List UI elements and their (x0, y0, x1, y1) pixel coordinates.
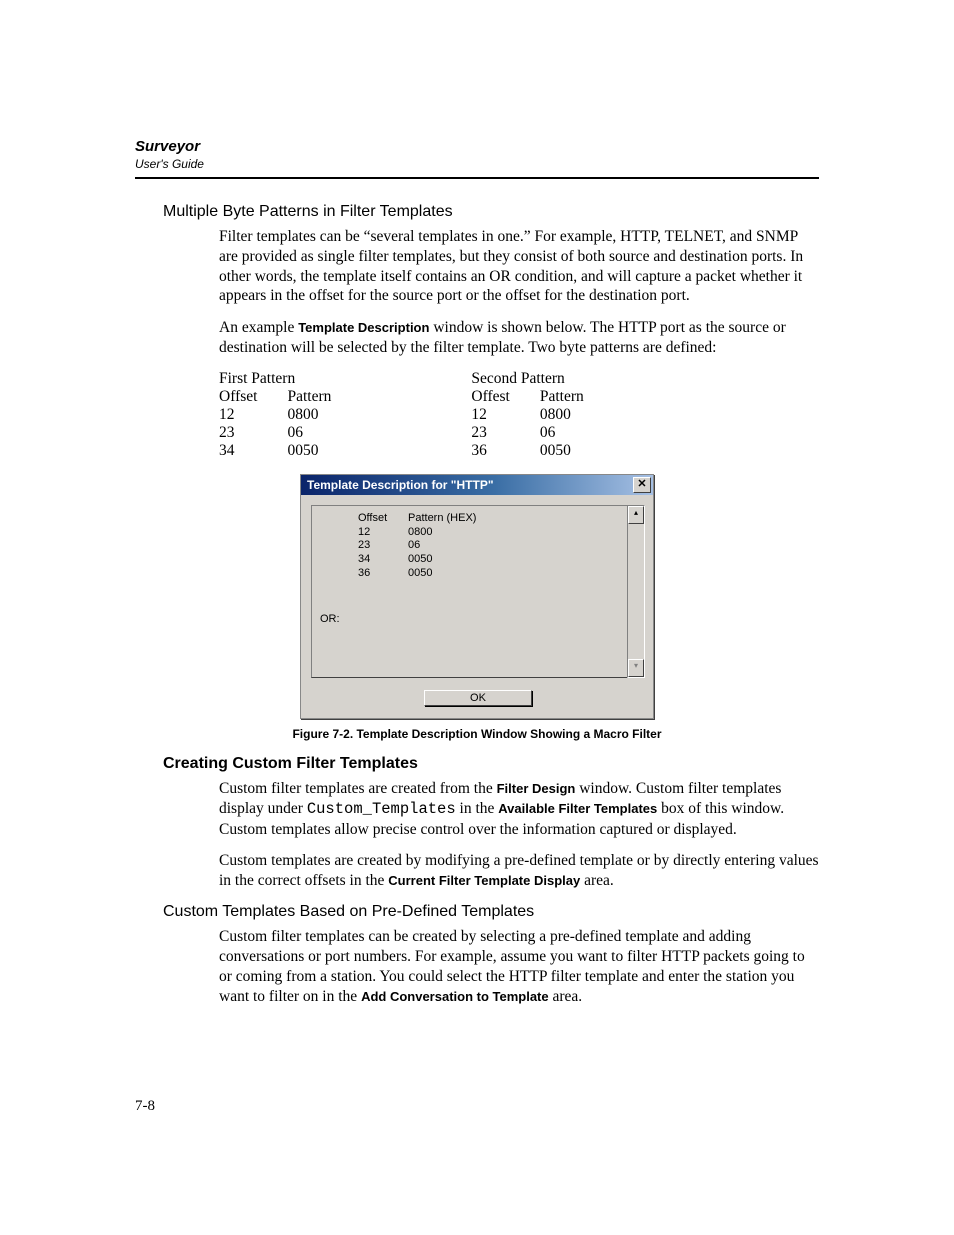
cell: 36 (471, 442, 539, 460)
text-run: Custom filter templates are created from… (219, 780, 497, 797)
close-icon[interactable]: ✕ (633, 477, 651, 493)
table-row: 120800 (471, 406, 613, 424)
page-number: 7-8 (135, 1098, 155, 1115)
text-run: in the (456, 800, 499, 817)
ui-term: Template Description (298, 320, 429, 335)
cell: 12 (358, 526, 398, 540)
scroll-down-icon[interactable]: ▾ (628, 659, 644, 677)
cell: 0050 (408, 567, 498, 581)
table-row: 120800 (219, 406, 361, 424)
table-row: 2306 (471, 424, 613, 442)
cell: 12 (471, 406, 539, 424)
cell: 06 (540, 424, 614, 442)
scroll-up-icon[interactable]: ▴ (628, 506, 644, 524)
paragraph: Custom filter templates are created from… (219, 779, 819, 839)
paragraph: Custom templates are created by modifyin… (219, 851, 819, 891)
paragraph: An example Template Description window i… (219, 318, 819, 358)
or-label-col: OR: (320, 512, 348, 627)
dialog-button-row: OK (311, 688, 645, 706)
dialog-content-panel: OR: Offset 12 23 34 36 Pattern (HEX) 080… (311, 505, 645, 678)
col-header: Pattern (287, 388, 361, 406)
dialog-title: Template Description for "HTTP" (307, 478, 633, 492)
table-row: 360050 (471, 442, 613, 460)
col-header: Offset (358, 512, 398, 526)
table-row: 2306 (219, 424, 361, 442)
cell: 0800 (540, 406, 614, 424)
text-run: area. (549, 988, 583, 1005)
doc-title: Surveyor (135, 138, 819, 155)
dialog-titlebar[interactable]: Template Description for "HTTP" ✕ (301, 475, 653, 495)
ui-term: Filter Design (497, 781, 576, 796)
cell: 06 (408, 539, 498, 553)
text-run: area. (580, 872, 614, 889)
cell: 23 (358, 539, 398, 553)
table-title: Second Pattern (471, 370, 613, 388)
page: Surveyor User's Guide Multiple Byte Patt… (0, 0, 954, 1235)
ui-term: Add Conversation to Template (361, 989, 549, 1004)
pattern-listing: OR: Offset 12 23 34 36 Pattern (HEX) 080… (311, 505, 627, 678)
figure-caption: Figure 7-2. Template Description Window … (135, 727, 819, 741)
section-heading-creating: Creating Custom Filter Templates (163, 755, 819, 773)
text-run: An example (219, 319, 298, 336)
cell: 0800 (408, 526, 498, 540)
cell: 0800 (287, 406, 361, 424)
col-header: Pattern (HEX) (408, 512, 498, 526)
col-header: Offset (219, 388, 287, 406)
paragraph: Filter templates can be “several templat… (219, 227, 819, 306)
paragraph: Custom filter templates can be created b… (219, 927, 819, 1006)
section-heading-custom-predef: Custom Templates Based on Pre-Defined Te… (163, 903, 819, 921)
dialog-body: OR: Offset 12 23 34 36 Pattern (HEX) 080… (301, 495, 653, 718)
cell: 0050 (540, 442, 614, 460)
ui-term: Current Filter Template Display (388, 873, 580, 888)
first-pattern-table: First Pattern OffsetPattern 120800 2306 … (219, 370, 361, 460)
ok-button[interactable]: OK (424, 690, 532, 706)
header-rule (135, 177, 819, 179)
pattern-col: Pattern (HEX) 0800 06 0050 0050 (408, 512, 498, 627)
cell: 0050 (408, 553, 498, 567)
cell: 0050 (287, 442, 361, 460)
section-heading-multibyte: Multiple Byte Patterns in Filter Templat… (163, 203, 819, 221)
cell: 23 (219, 424, 287, 442)
ui-term: Available Filter Templates (498, 801, 657, 816)
scroll-track[interactable] (628, 524, 644, 659)
cell: 36 (358, 567, 398, 581)
template-description-dialog: Template Description for "HTTP" ✕ OR: Of… (300, 474, 654, 719)
col-header: Pattern (540, 388, 614, 406)
table-row: 340050 (219, 442, 361, 460)
cell: 34 (358, 553, 398, 567)
table-title: First Pattern (219, 370, 361, 388)
col-header: Offest (471, 388, 539, 406)
cell: 06 (287, 424, 361, 442)
pattern-tables: First Pattern OffsetPattern 120800 2306 … (219, 370, 819, 460)
doc-subtitle: User's Guide (135, 157, 819, 171)
second-pattern-table: Second Pattern OffestPattern 120800 2306… (471, 370, 613, 460)
or-label: OR: (320, 613, 348, 627)
vertical-scrollbar[interactable]: ▴ ▾ (627, 505, 645, 678)
code-term: Custom_Templates (307, 800, 456, 818)
cell: 34 (219, 442, 287, 460)
cell: 12 (219, 406, 287, 424)
cell: 23 (471, 424, 539, 442)
offset-col: Offset 12 23 34 36 (358, 512, 398, 627)
